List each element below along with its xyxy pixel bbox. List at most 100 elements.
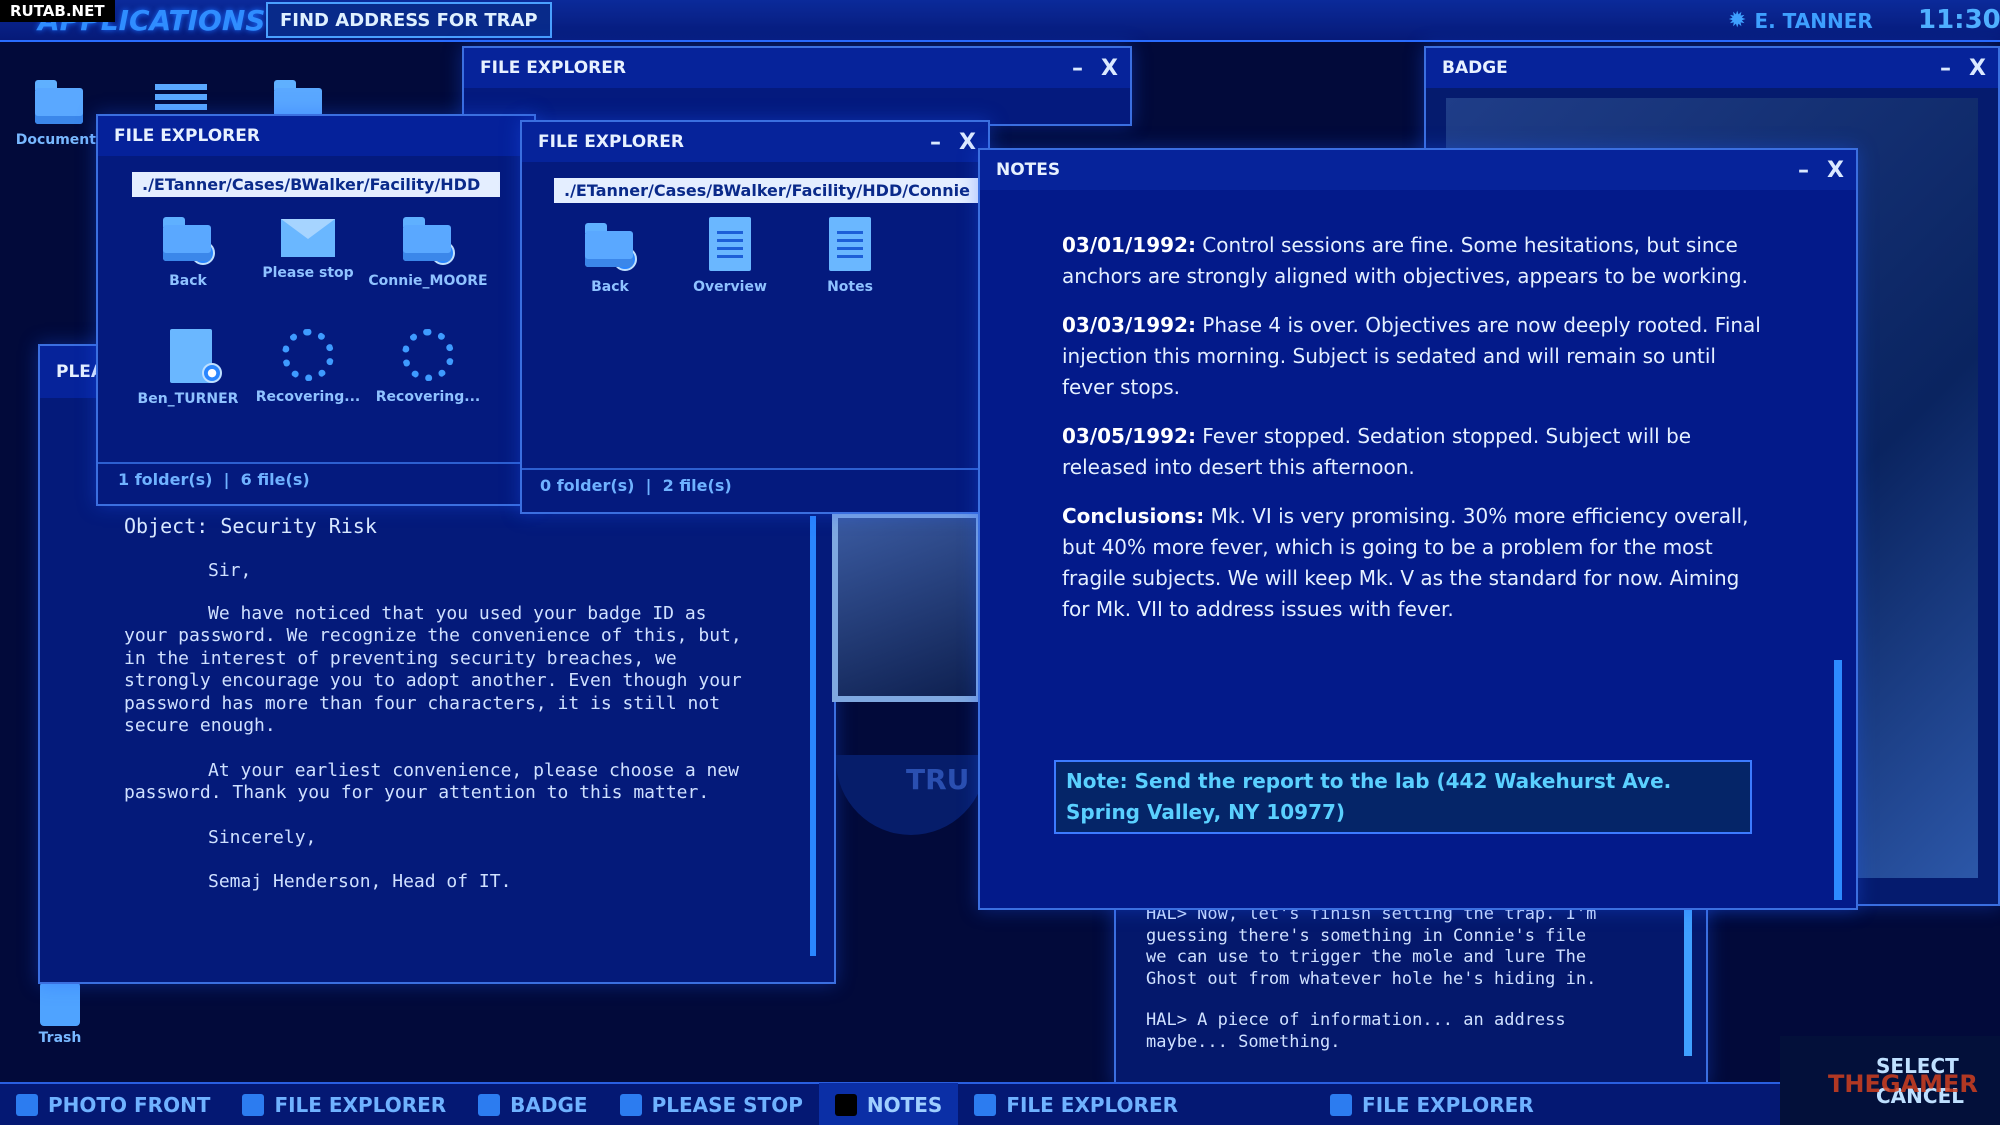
seal-text: TRU (906, 763, 970, 796)
file-item-overview[interactable]: Overview (670, 209, 790, 327)
file-item-ben-turner[interactable]: ● Ben_TURNER (128, 321, 248, 439)
file-label: Please stop (262, 265, 354, 281)
desktop-documents-label: Documents (15, 132, 105, 148)
close-button[interactable]: X (1969, 56, 1986, 81)
file-item-connie-moore[interactable]: ✓ Connie_MOORE (368, 203, 488, 321)
file-label: Ben_TURNER (137, 391, 239, 407)
notes-window[interactable]: NOTES – X 03/01/1992: Control sessions are… (978, 148, 1858, 910)
status-bar: 1 folder(s) | 6 file(s) (118, 470, 310, 489)
taskbar-badge[interactable]: BADGE (462, 1083, 603, 1125)
window-title: FILE EXPLORER (538, 132, 684, 152)
note-date: 03/01/1992: (1062, 233, 1196, 257)
chat-window[interactable]: HAL> Now, let's finish setting the trap.… (1114, 900, 1708, 1086)
taskbar-label: NOTES (866, 1092, 943, 1117)
file-label: Overview (693, 279, 767, 295)
loading-icon (402, 329, 454, 381)
folder-back-icon: ↑ (161, 211, 215, 265)
file-explorer-window[interactable]: FILE EXPLORER ./ETanner/Cases/BWalker/Fa… (96, 114, 536, 506)
mail-icon (281, 219, 335, 257)
address-note[interactable]: Note: Send the report to the lab (442 Wa… (1054, 760, 1752, 834)
file-item-notes[interactable]: Notes (790, 209, 910, 327)
file-count: 6 file(s) (240, 470, 310, 489)
file-explorer-window[interactable]: FILE EXPLORER – X ./ETanner/Cases/BWalker/… (520, 120, 994, 514)
taskbar-file-explorer[interactable]: FILE EXPLORER (958, 1083, 1194, 1125)
file-count: 2 file(s) (662, 476, 732, 495)
taskbar-label: PLEASE STOP (651, 1092, 803, 1117)
stack-icon[interactable] (155, 84, 207, 114)
desktop-trash-label: Trash (38, 1030, 82, 1046)
loading-icon (282, 329, 334, 381)
minimize-button[interactable]: – (1798, 158, 1809, 183)
folder-icon (33, 74, 87, 128)
document-icon (829, 217, 871, 271)
notes-content: 03/01/1992: Control sessions are fine. S… (1062, 230, 1762, 643)
note-date: 03/03/1992: (1062, 313, 1196, 337)
taskbar-please-stop[interactable]: PLEASE STOP (604, 1083, 819, 1125)
document-icon (709, 217, 751, 271)
desktop-trash[interactable]: Trash (18, 982, 102, 1046)
taskbar-photo-front[interactable]: PHOTO FRONT (0, 1083, 226, 1125)
close-button[interactable]: X (1101, 56, 1118, 81)
folder-count: 0 folder(s) (540, 476, 635, 495)
window-title: BADGE (1442, 58, 1508, 78)
document-icon (834, 1093, 857, 1116)
file-label: Recovering... (255, 389, 361, 405)
file-label: Back (591, 279, 629, 295)
letter-paragraph: We have noticed that you used your badge… (124, 602, 742, 737)
taskbar-label: BADGE (510, 1092, 588, 1117)
image-icon (478, 1093, 501, 1116)
clock: 11:30 (1918, 5, 2000, 35)
close-button[interactable]: X (959, 130, 976, 155)
file-label: Connie_MOORE (368, 273, 488, 289)
chat-message: HAL> A piece of information... an addres… (1146, 1010, 1566, 1052)
brand-logo: THEGAMER (1828, 1070, 1978, 1098)
window-title: FILE EXPLORER (480, 58, 626, 78)
folder-icon (242, 1093, 265, 1116)
taskbar: PHOTO FRONT FILE EXPLORER BADGE PLEASE S… (0, 1082, 2000, 1125)
folder-icon (974, 1093, 997, 1116)
minimize-button[interactable]: – (930, 130, 941, 155)
file-label: Back (169, 273, 207, 289)
file-label: Recovering... (375, 389, 481, 405)
folder-icon (1330, 1093, 1353, 1116)
close-button[interactable]: X (1827, 158, 1844, 183)
taskbar-file-explorer[interactable]: FILE EXPLORER (1314, 1083, 1550, 1125)
file-item-back[interactable]: ↑ Back (550, 209, 670, 327)
taskbar-notes[interactable]: NOTES (818, 1083, 959, 1125)
scrollbar[interactable] (1834, 660, 1842, 900)
scrollbar[interactable] (1684, 906, 1692, 1056)
user-badge[interactable]: ✹ E. TANNER (1728, 8, 1873, 33)
letter-salutation: Sir, (208, 560, 252, 581)
path-bar[interactable]: ./ETanner/Cases/BWalker/Facility/HDD (132, 172, 500, 197)
letter-signature: Semaj Henderson, Head of IT. (208, 871, 512, 892)
desktop-documents[interactable]: Documents (15, 74, 105, 148)
watermark: RUTAB.NET (0, 0, 115, 22)
letter-closing: Sincerely, (208, 826, 317, 848)
letter-body: Object: Security Risk Sir, We have notic… (124, 514, 764, 894)
trash-icon (40, 982, 80, 1026)
file-item-please-stop[interactable]: Please stop (248, 203, 368, 321)
note-entry: Conclusions: Mk. VI is very promising. 3… (1062, 501, 1762, 625)
locked-file-icon: ● (170, 329, 222, 383)
user-name: E. TANNER (1754, 8, 1873, 33)
objective-label: FIND ADDRESS FOR TRAP (266, 2, 552, 38)
gear-icon: ✹ (1728, 8, 1747, 33)
note-entry: 03/03/1992: Phase 4 is over. Objectives … (1062, 310, 1762, 403)
window-title: NOTES (996, 160, 1061, 180)
file-item-back[interactable]: ↑ Back (128, 203, 248, 321)
photo-image (832, 512, 982, 702)
window-title: FILE EXPLORER (114, 126, 260, 146)
note-entry: 03/05/1992: Fever stopped. Sedation stop… (1062, 421, 1762, 483)
file-label: Notes (827, 279, 873, 295)
minimize-button[interactable]: – (1940, 56, 1951, 81)
minimize-button[interactable]: – (1072, 56, 1083, 81)
scrollbar[interactable] (810, 516, 816, 956)
path-bar[interactable]: ./ETanner/Cases/BWalker/Facility/HDD/Con… (554, 178, 994, 203)
status-bar: 0 folder(s) | 2 file(s) (540, 476, 732, 495)
taskbar-file-explorer[interactable]: FILE EXPLORER (226, 1083, 462, 1125)
file-item-recovering: Recovering... (368, 321, 488, 439)
folder-count: 1 folder(s) (118, 470, 213, 489)
taskbar-label: FILE EXPLORER (1006, 1092, 1179, 1117)
file-explorer-window-back[interactable]: FILE EXPLORER – X (462, 46, 1132, 126)
taskbar-label: FILE EXPLORER (274, 1092, 447, 1117)
